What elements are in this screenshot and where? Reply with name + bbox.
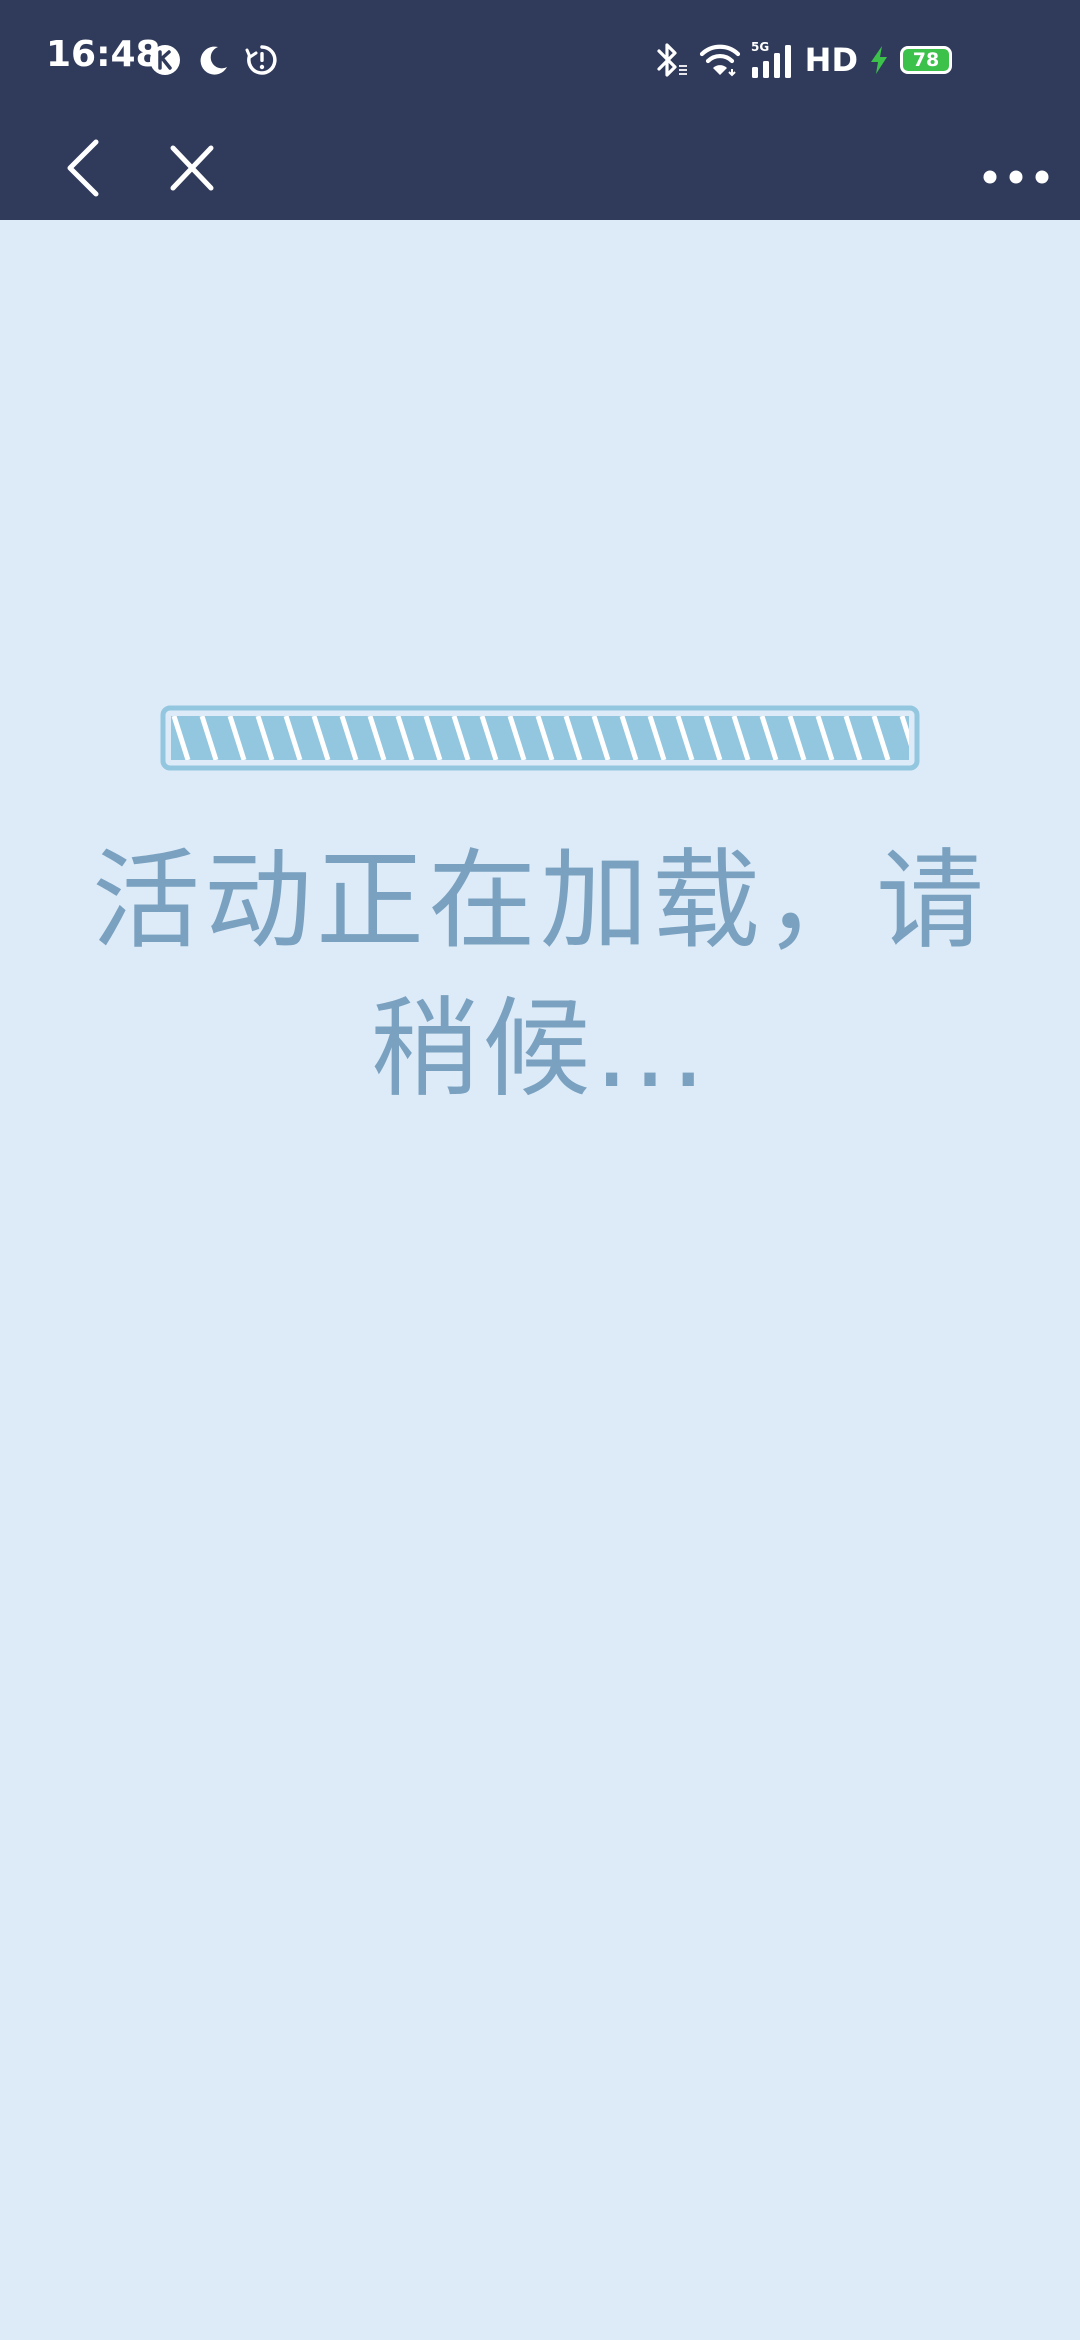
bluetooth-icon: [653, 40, 689, 80]
close-icon: [170, 145, 214, 191]
status-bar: 16:48 5G HD 78: [0, 0, 1080, 118]
signal-5g-icon: 5G: [751, 40, 795, 80]
page-content: 活动正在加载，请稍候...: [0, 220, 1080, 2340]
charging-bolt-icon: [868, 44, 890, 76]
k-app-icon: [148, 43, 182, 77]
alarm-sync-icon: [244, 42, 280, 78]
chevron-left-icon: [67, 139, 99, 197]
loading-message: 活动正在加载，请稍候...: [91, 839, 988, 1112]
back-button[interactable]: [58, 128, 114, 208]
status-right-icons: 5G HD 78: [653, 40, 952, 80]
battery-indicator: 78: [900, 46, 952, 74]
loading-progress-bar: [160, 705, 920, 771]
battery-level: 78: [912, 49, 940, 71]
status-left-icons: [148, 40, 280, 80]
more-button[interactable]: [976, 138, 1056, 198]
more-dots-icon: [983, 170, 1049, 184]
status-time: 16:48: [46, 34, 161, 75]
progress-bar-graphic: [160, 705, 920, 771]
hd-label: HD: [804, 41, 858, 79]
network-badge: 5G: [751, 40, 769, 54]
top-bar: 16:48 5G HD 78: [0, 0, 1080, 220]
close-button[interactable]: [160, 130, 224, 206]
nav-bar: [0, 118, 1080, 220]
moon-icon: [196, 43, 230, 77]
wifi-icon: [699, 42, 741, 78]
